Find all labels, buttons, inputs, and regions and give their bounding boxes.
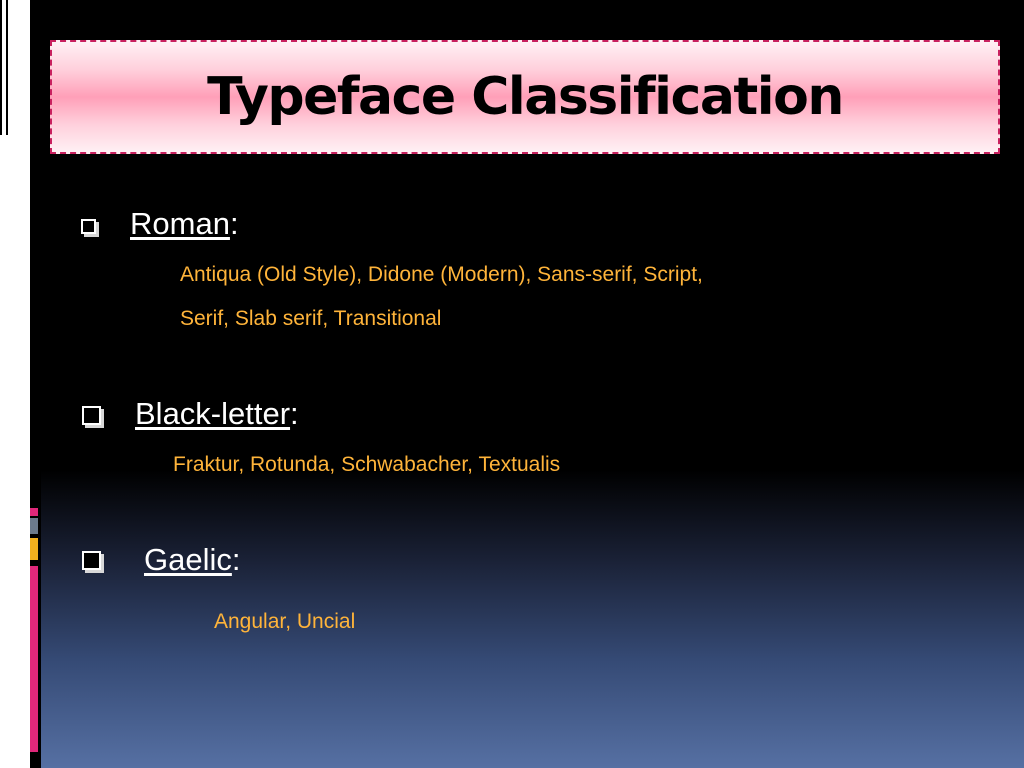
section-line: Angular, Uncial — [214, 610, 356, 633]
accent-pink-long — [30, 566, 38, 752]
heading-colon: : — [290, 396, 299, 431]
heading-word: Roman — [130, 206, 230, 241]
slide: Typeface Classification Roman: Antiqua (… — [0, 0, 1024, 768]
square-checkbox-bullet-icon — [81, 219, 96, 234]
section-line: Antiqua (Old Style), Didone (Modern), Sa… — [180, 263, 703, 286]
heading-word: Gaelic — [144, 542, 232, 577]
heading-colon: : — [229, 206, 239, 241]
slide-title: Typeface Classification — [207, 67, 844, 127]
square-checkbox-bullet-icon — [82, 406, 101, 425]
heading-colon: : — [231, 542, 241, 577]
section-heading-black-letter: Black-letter: — [135, 396, 299, 432]
section-heading-roman: Roman: — [130, 206, 239, 242]
left-decoration-strip — [0, 0, 41, 768]
accent-gray — [30, 518, 38, 534]
section-line: Fraktur, Rotunda, Schwabacher, Textualis — [173, 453, 561, 476]
square-checkbox-bullet-icon — [82, 551, 101, 570]
heading-word: Black-letter — [135, 396, 291, 431]
accent-gold — [30, 538, 38, 560]
title-banner: Typeface Classification — [50, 40, 1000, 154]
accent-pink-small — [30, 508, 38, 516]
section-heading-gaelic: Gaelic: — [144, 542, 241, 578]
left-strip-lines — [0, 0, 10, 135]
section-line: Serif, Slab serif, Transitional — [180, 307, 442, 330]
